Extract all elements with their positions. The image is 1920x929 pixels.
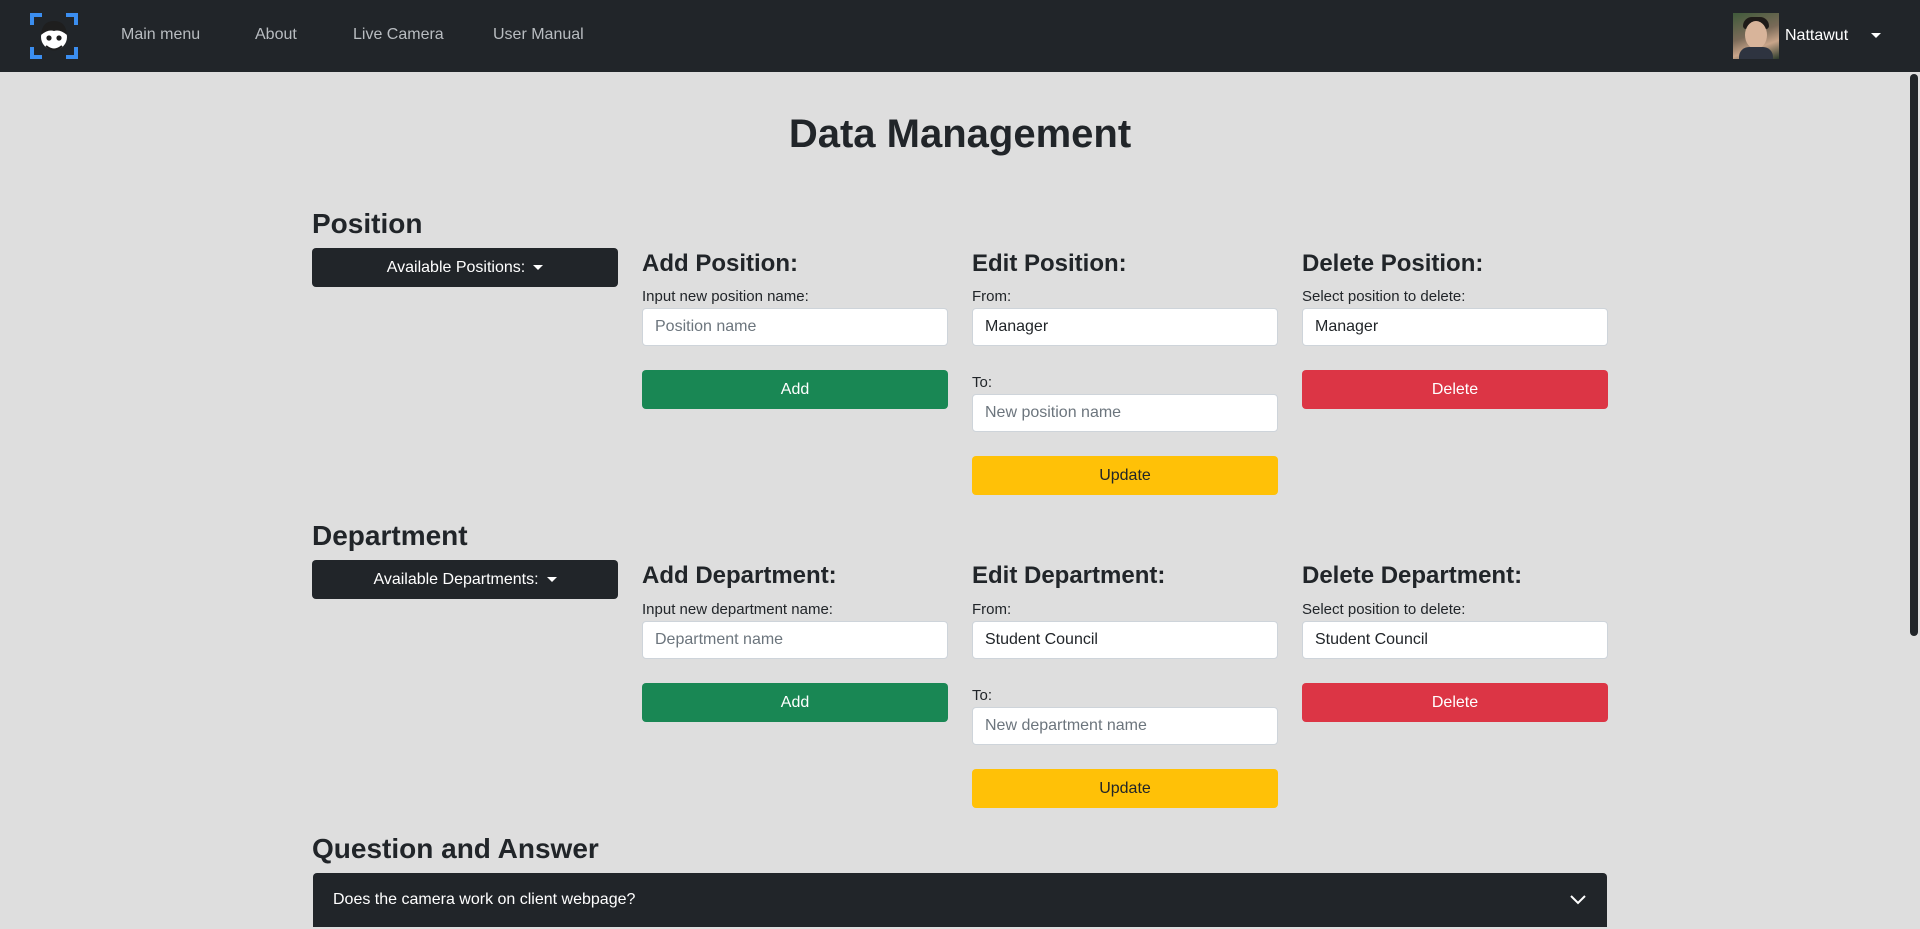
- user-menu[interactable]: Nattawut: [1733, 12, 1848, 60]
- add-position-label: Input new position name:: [642, 288, 809, 305]
- add-position-heading: Add Position:: [642, 250, 798, 277]
- page-scrollbar[interactable]: [1908, 72, 1920, 929]
- user-avatar-photo[interactable]: [1733, 13, 1779, 59]
- delete-department-select[interactable]: [1302, 621, 1608, 659]
- top-navbar: Main menu About Live Camera User Manual …: [0, 0, 1920, 72]
- position-name-input[interactable]: [642, 308, 948, 346]
- edit-department-to-label: To:: [972, 687, 993, 704]
- chevron-down-icon[interactable]: [1569, 890, 1587, 908]
- delete-position-button[interactable]: Delete: [1302, 370, 1608, 409]
- delete-department-button[interactable]: Delete: [1302, 683, 1608, 722]
- delete-department-label: Select position to delete:: [1302, 601, 1466, 618]
- available-departments-dropdown[interactable]: Available Departments:: [312, 560, 618, 599]
- edit-position-heading: Edit Position:: [972, 250, 1127, 277]
- edit-position-to-label: To:: [972, 374, 993, 391]
- new-department-name-input[interactable]: [972, 707, 1278, 745]
- edit-position-from-select[interactable]: [972, 308, 1278, 346]
- user-name[interactable]: Nattawut: [1785, 27, 1848, 45]
- scrollbar-thumb[interactable]: [1910, 74, 1918, 636]
- delete-position-label: Select position to delete:: [1302, 288, 1466, 305]
- nav-about[interactable]: About: [255, 26, 297, 44]
- department-name-input[interactable]: [642, 621, 948, 659]
- caret-down-icon: [546, 577, 557, 582]
- available-positions-dropdown[interactable]: Available Positions:: [312, 248, 618, 287]
- add-department-heading: Add Department:: [642, 562, 837, 589]
- edit-department-from-label: From:: [972, 601, 1012, 618]
- delete-department-heading: Delete Department:: [1302, 562, 1523, 589]
- caret-down-icon: [533, 265, 544, 270]
- dropdown-label: Available Positions:: [386, 258, 526, 276]
- edit-department-heading: Edit Department:: [972, 562, 1166, 589]
- department-section-title: Department: [312, 520, 468, 551]
- nav-user-manual[interactable]: User Manual: [493, 26, 584, 44]
- nav-live-camera[interactable]: Live Camera: [353, 26, 444, 44]
- qa-accordion-item[interactable]: Does the camera work on client webpage?: [313, 873, 1607, 927]
- add-department-button[interactable]: Add: [642, 683, 948, 722]
- add-position-button[interactable]: Add: [642, 370, 948, 409]
- qa-section-title: Question and Answer: [312, 833, 599, 864]
- add-department-label: Input new department name:: [642, 601, 833, 618]
- delete-position-heading: Delete Position:: [1302, 250, 1484, 277]
- new-position-name-input[interactable]: [972, 394, 1278, 432]
- nav-main-menu[interactable]: Main menu: [121, 26, 200, 44]
- dropdown-label: Available Departments:: [373, 570, 539, 588]
- caret-down-icon[interactable]: [1871, 33, 1881, 38]
- edit-position-from-label: From:: [972, 288, 1012, 305]
- face-scan-logo-icon[interactable]: [30, 13, 78, 59]
- delete-position-select[interactable]: [1302, 308, 1608, 346]
- page-title: Data Management: [788, 112, 1132, 156]
- update-department-button[interactable]: Update: [972, 769, 1278, 808]
- position-section-title: Position: [312, 208, 423, 239]
- update-position-button[interactable]: Update: [972, 456, 1278, 495]
- qa-question[interactable]: Does the camera work on client webpage?: [333, 891, 635, 909]
- edit-department-from-select[interactable]: [972, 621, 1278, 659]
